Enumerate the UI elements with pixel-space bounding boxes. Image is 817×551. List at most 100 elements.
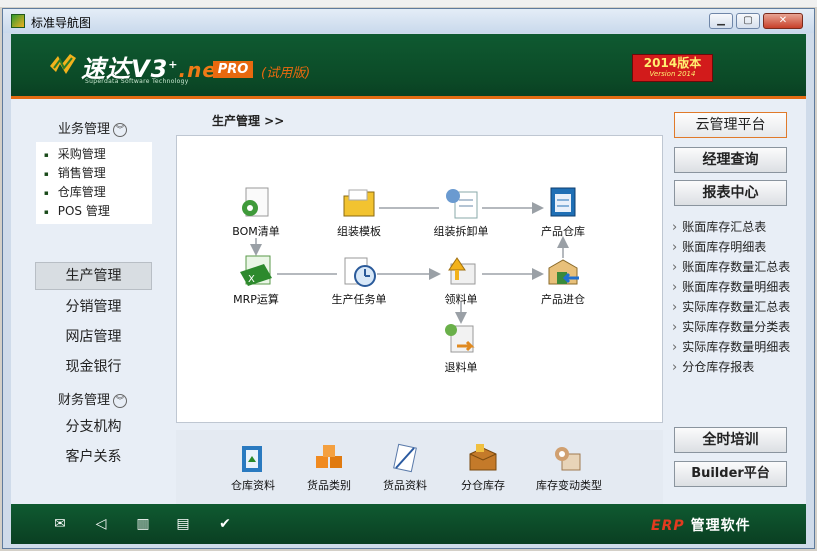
cloud-platform-button[interactable]: 云管理平台 [674,112,787,138]
node-product-warehouse[interactable]: 产品仓库 [525,186,601,239]
node-mrp[interactable]: X MRP运算 [218,254,294,307]
footer-bar: ✉ ◁ ▥ ▤ ✔ ERP 管理软件 [11,504,806,544]
app-window: 标准导航图 ▁ ▢ ✕ 速达V3+.net Superdata Software… [2,8,815,549]
business-management-label: 业务管理 [57,122,110,137]
node-product-inbound[interactable]: 产品进仓 [525,254,601,307]
right-panel: 云管理平台 经理查询 报表中心 账面库存汇总表 账面库存明细表 账面库存数量汇总… [668,99,806,504]
submenu-purchase[interactable]: 采购管理 [44,145,106,162]
logo-subtitle: Superdata Software Technology [85,78,189,85]
node-product-warehouse-label: 产品仓库 [541,225,585,238]
report-center-button[interactable]: 报表中心 [674,180,787,206]
finance-management-header[interactable]: 财务管理 ︾ [11,389,174,408]
gears-box-icon [555,447,581,471]
tool-inventory-change-type[interactable]: 库存变动类型 [534,442,604,493]
report-link[interactable]: 账面库存明细表 [672,238,766,255]
node-material-return-label: 退料单 [444,361,478,374]
spreadsheet-icon: X [240,255,272,286]
manager-query-button[interactable]: 经理查询 [674,147,787,173]
bom-gear-icon [242,187,269,217]
report-link[interactable]: 账面库存数量汇总表 [672,258,790,275]
business-management-header[interactable]: 业务管理 ︾ [11,118,174,137]
maximize-button[interactable]: ▢ [736,13,760,29]
tool-warehouse-info[interactable]: 仓库资料 [218,442,288,493]
nav-cash-bank[interactable]: 现金银行 [35,353,152,381]
book-icon[interactable]: ▥ [135,516,151,532]
open-box-icon [469,444,497,471]
finance-management-label: 财务管理 [57,393,110,408]
report-link[interactable]: 分仓库存报表 [672,358,754,375]
version-year: 2014版本 [643,56,702,70]
return-document-icon [445,324,475,353]
node-assembly-template[interactable]: 组装模板 [321,186,397,239]
report-link[interactable]: 账面库存汇总表 [672,218,766,235]
nav-branch[interactable]: 分支机构 [35,413,152,441]
business-submenu: 采购管理 销售管理 仓库管理 POS 管理 [36,142,152,224]
node-material-requisition[interactable]: 领料单 [423,254,499,307]
nav-customer-relations[interactable]: 客户关系 [35,443,152,471]
mail-icon[interactable]: ✉ [52,516,68,532]
app-icon [11,14,25,28]
clock-document-icon [344,257,376,287]
node-mrp-label: MRP运算 [233,293,279,306]
check-icon[interactable]: ✔ [217,516,233,532]
node-material-return[interactable]: 退料单 [423,322,499,375]
training-button[interactable]: 全时培训 [674,427,787,453]
node-production-task-label: 生产任务单 [331,293,387,306]
breadcrumb: 生产管理 >> [212,114,285,128]
minimize-button[interactable]: ▁ [709,13,733,29]
report-link[interactable]: 实际库存数量明细表 [672,338,790,355]
node-production-task[interactable]: 生产任务单 [321,254,397,307]
window-title: 标准导航图 [31,16,92,30]
node-assembly-template-label: 组装模板 [337,225,381,238]
submenu-pos[interactable]: POS 管理 [44,202,110,219]
gear-document-icon [446,189,478,219]
tool-goods-category-label: 货品类别 [307,479,351,492]
speaker-icon[interactable]: ◁ [93,516,109,532]
tool-goods-category[interactable]: 货品类别 [294,442,364,493]
tool-inventory-change-type-label: 库存变动类型 [536,479,602,492]
report-link[interactable]: 账面库存数量明细表 [672,278,790,295]
left-sidebar: 业务管理︾ 采购管理 销售管理 仓库管理 POS 管理 生产管理 分销管理 网店… [11,99,174,504]
nav-production[interactable]: 生产管理 [35,262,152,290]
submenu-sales[interactable]: 销售管理 [44,164,106,181]
tool-branch-inventory-label: 分仓库存 [461,479,505,492]
node-bom[interactable]: BOM清单 [218,186,294,239]
tool-branch-inventory[interactable]: 分仓库存 [448,442,518,493]
builder-platform-button[interactable]: Builder平台 [674,461,787,487]
footer-erp: ERP [651,518,685,534]
folder-icon [343,189,375,217]
warehouse-document-icon [550,187,576,217]
report-link[interactable]: 实际库存数量汇总表 [672,298,790,315]
version-badge: 2014版本 Version 2014 [632,54,713,82]
requisition-icon [448,257,476,285]
node-bom-label: BOM清单 [232,225,280,238]
inbound-box-icon [548,259,579,285]
report-link[interactable]: 实际库存数量分类表 [672,318,790,335]
nav-distribution[interactable]: 分销管理 [35,293,152,321]
tool-goods-info-label: 货品资料 [383,479,427,492]
footer-brand: ERP 管理软件 [651,515,751,535]
close-button[interactable]: ✕ [763,13,803,29]
collapse-icon[interactable]: ︾ [113,393,127,408]
node-assembly-disassembly[interactable]: 组装拆卸单 [423,186,499,239]
nav-online-store[interactable]: 网店管理 [35,323,152,351]
node-assembly-disassembly-label: 组装拆卸单 [433,225,489,238]
tool-goods-info[interactable]: 货品资料 [370,442,440,493]
node-product-inbound-label: 产品进仓 [541,293,585,306]
menu-bar [0,0,817,7]
logo-mark-icon [50,54,76,74]
submenu-warehouse[interactable]: 仓库管理 [44,183,106,200]
content-frame: 速达V3+.net Superdata Software Technology … [11,34,806,544]
pro-badge: PRO [213,61,253,78]
clipboard-pen-icon [393,443,417,473]
node-material-requisition-label: 领料单 [444,293,478,306]
footer-brand-text: 管理软件 [690,518,751,534]
bottom-toolbar: 仓库资料 货品类别 货品资料 分仓库存 库存变动类型 [176,430,663,504]
title-bar: 标准导航图 ▁ ▢ ✕ [3,9,814,33]
svg-text:X: X [248,274,255,285]
boxes-icon [316,445,342,468]
collapse-icon[interactable]: ︾ [113,122,127,137]
document-icon[interactable]: ▤ [175,516,191,532]
tool-warehouse-info-label: 仓库资料 [231,479,275,492]
main-panel: 生产管理 >> BOM清单 组装模板 组装拆卸单 产品仓库 X MRP运算 生产… [174,99,668,504]
